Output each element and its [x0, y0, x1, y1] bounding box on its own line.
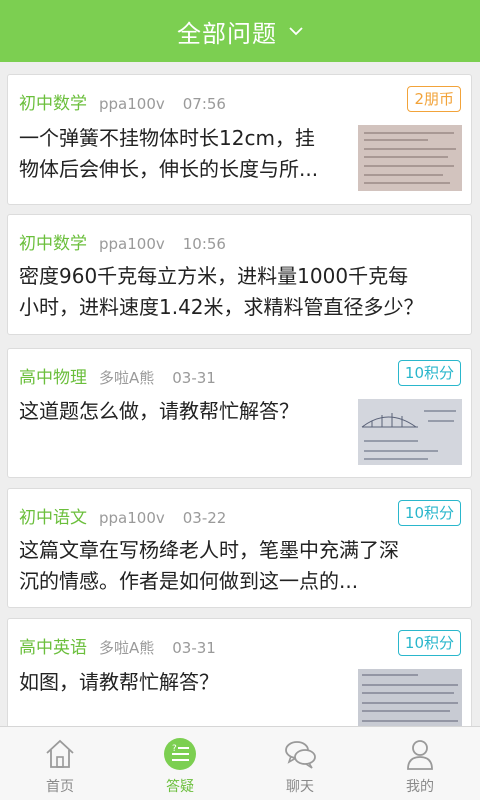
question-text: 如图，请教帮忙解答？ — [19, 667, 353, 698]
question-meta: 高中英语 多啦A熊 03-31 — [19, 633, 216, 658]
question-text: 一个弹簧不挂物体时长12cm，挂 物体后会伸长，伸长的长度与所... — [19, 123, 353, 185]
reward-badge: 2朋币 — [407, 86, 461, 112]
question-line: 密度960千克每立方米，进料量1000千克每 — [19, 264, 409, 288]
username: ppa100v — [99, 509, 165, 527]
chat-icon — [285, 741, 316, 769]
timestamp: 10:56 — [182, 235, 226, 253]
question-card[interactable]: 高中物理 多啦A熊 03-31 10积分 这道题怎么做，请教帮忙解答？ — [7, 348, 472, 478]
username: 多啦A熊 — [99, 369, 155, 387]
question-line: 这道题怎么做，请教帮忙解答？ — [19, 399, 299, 423]
question-card[interactable]: 初中数学 ppa100v 07:56 2朋币 一个弹簧不挂物体时长12cm，挂 … — [7, 74, 472, 205]
subject-label: 初中语文 — [19, 508, 87, 528]
question-line: 小时，进料速度1.42米，求精料管直径多少？ — [19, 295, 424, 319]
question-meta: 初中数学 ppa100v 07:56 — [19, 89, 226, 114]
question-text: 这篇文章在写杨绛老人时，笔墨中充满了深 沉的情感。作者是如何做到这一点的... — [19, 535, 469, 597]
question-text: 这道题怎么做，请教帮忙解答？ — [19, 396, 353, 427]
timestamp: 07:56 — [182, 95, 226, 113]
question-line: 如图，请教帮忙解答？ — [19, 670, 219, 694]
question-line: 这篇文章在写杨绛老人时，笔墨中充满了深 — [19, 538, 399, 562]
question-text: 密度960千克每立方米，进料量1000千克每 小时，进料速度1.42米，求精料管… — [19, 261, 469, 323]
tab-home[interactable]: 首页 — [0, 727, 120, 800]
question-line: 沉的情感。作者是如何做到这一点的... — [19, 569, 359, 593]
tab-qa[interactable]: ? 答疑 — [120, 727, 240, 800]
question-meta: 初中数学 ppa100v 10:56 — [19, 229, 226, 254]
question-meta: 高中物理 多啦A熊 03-31 — [19, 363, 216, 388]
subject-label: 高中英语 — [19, 638, 87, 658]
username: 多啦A熊 — [99, 639, 155, 657]
question-list[interactable]: 初中数学 ppa100v 07:56 2朋币 一个弹簧不挂物体时长12cm，挂 … — [0, 62, 480, 726]
page-title[interactable]: 全部问题 — [177, 14, 277, 49]
timestamp: 03-31 — [172, 369, 216, 387]
question-meta: 初中语文 ppa100v 03-22 — [19, 503, 226, 528]
question-card[interactable]: 初中语文 ppa100v 03-22 10积分 这篇文章在写杨绛老人时，笔墨中充… — [7, 488, 472, 608]
question-card[interactable]: 高中英语 多啦A熊 03-31 10积分 如图，请教帮忙解答？ — [7, 618, 472, 726]
reward-badge: 10积分 — [397, 630, 461, 656]
username: ppa100v — [99, 235, 165, 253]
question-line: 一个弹簧不挂物体时长12cm，挂 — [19, 126, 315, 150]
subject-label: 初中数学 — [19, 94, 87, 114]
timestamp: 03-22 — [182, 509, 227, 527]
tab-chat[interactable]: 聊天 — [240, 727, 360, 800]
svg-text:?: ? — [172, 744, 177, 754]
username: ppa100v — [99, 95, 165, 113]
bottom-tab-bar: 首页 ? 答疑 聊天 我的 — [0, 726, 480, 800]
reward-badge: 10积分 — [397, 500, 461, 526]
reward-badge: 10积分 — [397, 360, 461, 386]
subject-label: 高中物理 — [19, 368, 87, 388]
tab-label: 答疑 — [166, 779, 194, 795]
chevron-down-icon[interactable] — [289, 24, 303, 38]
tab-label: 聊天 — [286, 779, 314, 795]
tab-label: 我的 — [406, 779, 434, 795]
qa-icon: ? — [164, 738, 196, 770]
question-card[interactable]: 初中数学 ppa100v 10:56 密度960千克每立方米，进料量1000千克… — [7, 214, 472, 335]
timestamp: 03-31 — [172, 639, 216, 657]
subject-label: 初中数学 — [19, 234, 87, 254]
question-thumbnail-image[interactable] — [358, 669, 462, 726]
question-thumbnail-image[interactable] — [358, 399, 462, 465]
profile-icon — [407, 740, 433, 770]
question-thumbnail-image[interactable] — [358, 125, 462, 191]
tab-label: 首页 — [46, 779, 74, 795]
top-bar: 全部问题 — [0, 0, 480, 62]
home-icon — [46, 739, 74, 768]
question-line: 物体后会伸长，伸长的长度与所... — [19, 157, 319, 181]
tab-profile[interactable]: 我的 — [360, 727, 480, 800]
